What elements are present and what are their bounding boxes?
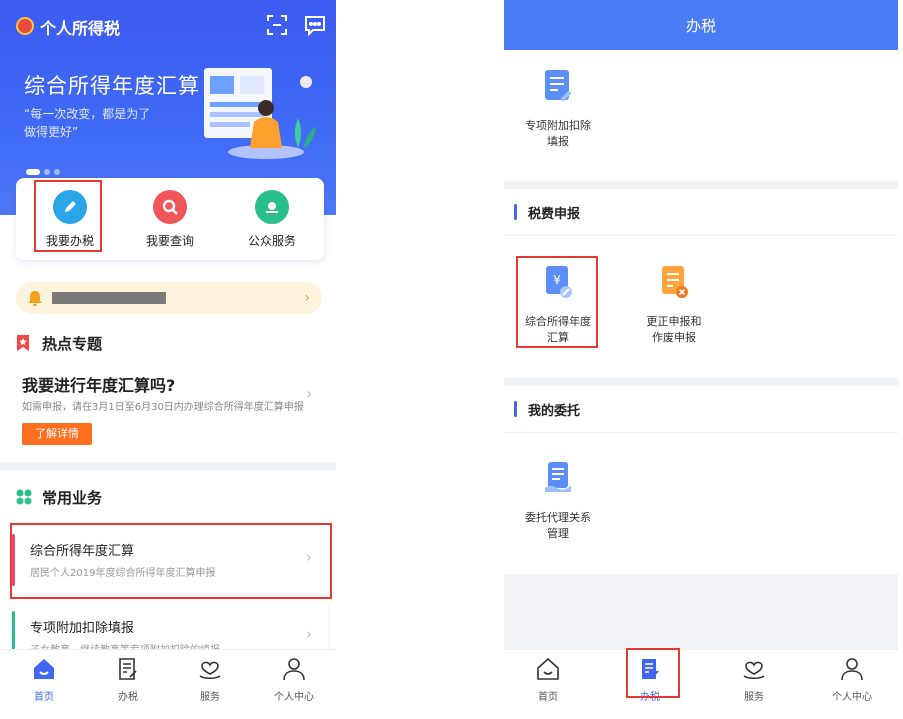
bottom-tab-bar: 首页 办税 服务 个人中心 bbox=[504, 649, 898, 712]
user-icon bbox=[841, 658, 863, 681]
user-icon bbox=[283, 658, 305, 681]
tab-label: 首页 bbox=[538, 692, 558, 703]
tax-declaration-section: 税费申报 bbox=[504, 189, 898, 236]
scan-icon[interactable] bbox=[266, 14, 288, 36]
section-divider bbox=[0, 462, 336, 470]
redacted-notice-text bbox=[52, 292, 166, 304]
section-divider bbox=[504, 378, 898, 386]
quick-action-public-service[interactable]: 公众服务 bbox=[232, 190, 312, 249]
tab-label: 个人中心 bbox=[832, 692, 872, 703]
tab-label: 办税 bbox=[118, 692, 138, 703]
tab-label: 服务 bbox=[744, 692, 764, 703]
chevron-right-icon[interactable]: › bbox=[306, 384, 312, 403]
clover-icon bbox=[16, 489, 32, 505]
item-label: 专项附加扣除 填报 bbox=[508, 118, 608, 150]
tax-screen: 办税 专项附加扣除 填报 税费申报 ¥ 综合所得年度 汇算 更正申报和 作废申报… bbox=[504, 0, 898, 712]
app-title: 个人所得税 bbox=[40, 19, 121, 38]
item-label-line1: 更正申报和 bbox=[646, 315, 702, 328]
quick-action-label: 公众服务 bbox=[247, 234, 296, 248]
banner-pagination bbox=[26, 160, 64, 179]
section-divider bbox=[504, 181, 898, 189]
chevron-right-icon: › bbox=[304, 290, 310, 306]
page-title: 办税 bbox=[685, 17, 716, 35]
edit-document-icon bbox=[545, 70, 572, 102]
my-delegation-section: 我的委托 bbox=[504, 386, 898, 433]
highlight-box bbox=[34, 180, 102, 252]
home-screen: 个人所得税 综合所得年度汇算 “每一次改变，都是为了 做得更好” 我要办税 我要… bbox=[0, 0, 336, 712]
section-title: 我的委托 bbox=[528, 404, 581, 419]
banner-quote-line1: “每一次改变，都是为了 bbox=[24, 107, 151, 121]
tab-tax[interactable]: 办税 bbox=[98, 656, 158, 703]
tab-home[interactable]: 首页 bbox=[14, 656, 74, 703]
banner-quote: “每一次改变，都是为了 做得更好” bbox=[24, 105, 174, 141]
item-label-line2: 作废申报 bbox=[652, 331, 696, 344]
tab-profile[interactable]: 个人中心 bbox=[822, 656, 882, 703]
hot-headline[interactable]: 我要进行年度汇算吗? bbox=[22, 372, 175, 396]
moon-decoration bbox=[300, 76, 312, 88]
search-icon bbox=[153, 190, 187, 224]
heart-hand-icon bbox=[199, 661, 221, 680]
tab-profile[interactable]: 个人中心 bbox=[264, 656, 324, 703]
bookmark-icon bbox=[17, 335, 29, 351]
tax-header: 办税 bbox=[504, 0, 898, 50]
bottom-tab-bar: 首页 办税 服务 个人中心 bbox=[0, 649, 336, 712]
section-title: 税费申报 bbox=[528, 207, 581, 222]
item-label-line1: 专项附加扣除 bbox=[525, 119, 591, 132]
empty-area bbox=[504, 574, 898, 652]
tab-label: 服务 bbox=[200, 692, 220, 703]
tab-home[interactable]: 首页 bbox=[518, 656, 578, 703]
highlight-box bbox=[626, 648, 680, 698]
edit-document-icon bbox=[119, 658, 137, 680]
tab-service[interactable]: 服务 bbox=[724, 656, 784, 703]
section-marker bbox=[514, 401, 517, 417]
banner-title[interactable]: 综合所得年度汇算 bbox=[24, 70, 200, 100]
highlight-box bbox=[516, 256, 598, 348]
item-label-line1: 委托代理关系 bbox=[525, 511, 591, 524]
item-label: 更正申报和 作废申报 bbox=[624, 314, 724, 346]
bell-icon bbox=[28, 291, 42, 306]
special-deduction-item[interactable]: 专项附加扣除 填报 bbox=[508, 68, 608, 150]
hot-subtitle: 如需申报，请在3月1日至6月30日内办理综合所得年度汇算申报 bbox=[22, 402, 304, 413]
correction-void-item[interactable]: 更正申报和 作废申报 bbox=[624, 264, 724, 346]
home-icon bbox=[537, 657, 559, 680]
delegation-document-icon bbox=[545, 462, 571, 492]
quick-action-label: 我要查询 bbox=[145, 234, 194, 248]
learn-more-button[interactable]: 了解详情 bbox=[22, 423, 92, 445]
section-marker bbox=[514, 204, 517, 220]
hot-section-title: 热点专题 bbox=[42, 335, 103, 353]
message-icon[interactable] bbox=[304, 14, 326, 36]
notice-bar[interactable]: › bbox=[16, 282, 322, 314]
item-label: 委托代理关系 管理 bbox=[508, 510, 608, 542]
tab-label: 个人中心 bbox=[274, 692, 314, 703]
quick-action-query[interactable]: 我要查询 bbox=[130, 190, 210, 249]
tax-emblem-icon bbox=[16, 17, 34, 35]
tab-service[interactable]: 服务 bbox=[180, 656, 240, 703]
home-icon bbox=[34, 659, 54, 679]
item-label-line2: 管理 bbox=[547, 527, 569, 540]
highlight-box bbox=[10, 523, 332, 599]
delegation-management-item[interactable]: 委托代理关系 管理 bbox=[508, 460, 608, 542]
common-section-title: 常用业务 bbox=[42, 489, 103, 507]
flower-icon bbox=[255, 190, 289, 224]
banner-quote-line2: 做得更好” bbox=[24, 125, 79, 139]
tab-label: 首页 bbox=[34, 692, 54, 703]
item-label-line2: 填报 bbox=[547, 135, 569, 148]
list-item-title: 专项附加扣除填报 bbox=[30, 621, 135, 636]
chevron-right-icon: › bbox=[306, 625, 312, 643]
heart-hand-icon bbox=[743, 661, 765, 680]
cancel-document-icon bbox=[662, 266, 688, 298]
